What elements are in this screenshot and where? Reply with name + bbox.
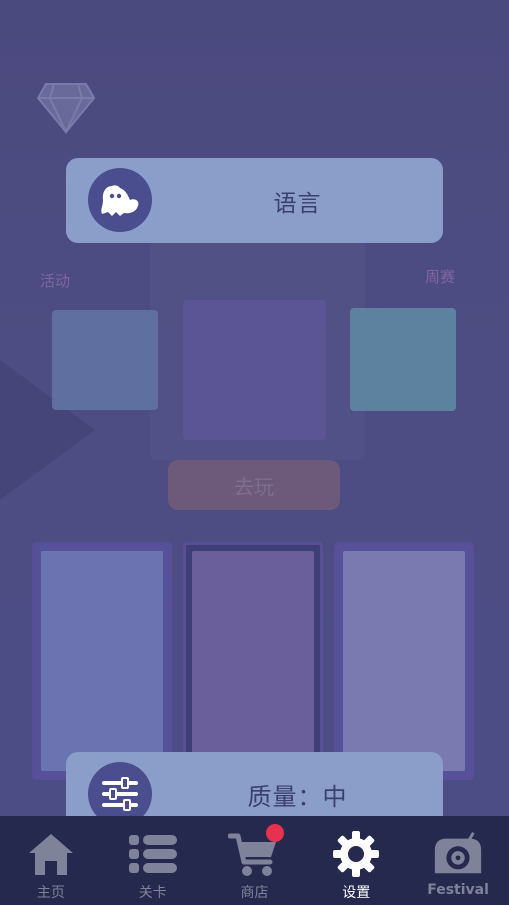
home-icon: [24, 828, 78, 880]
nav-item-festival[interactable]: Festival: [407, 816, 509, 905]
nav-item-levels[interactable]: 关卡: [102, 816, 204, 905]
language-setting-button[interactable]: 语言: [66, 158, 443, 243]
background-center-face: [183, 300, 326, 440]
bottom-navigation: 主页 关卡 商店 设置 Festival: [0, 816, 509, 905]
nav-item-settings[interactable]: 设置: [305, 816, 407, 905]
weekly-label: 周赛: [425, 268, 456, 286]
ghost-icon: [88, 168, 152, 232]
nav-label-shop: 商店: [240, 885, 269, 901]
nav-item-home[interactable]: 主页: [0, 816, 102, 905]
level-card: [334, 542, 474, 780]
record-player-icon: [431, 828, 485, 880]
level-card: [183, 542, 323, 780]
gear-icon: [329, 828, 383, 880]
nav-item-shop[interactable]: 商店: [204, 816, 306, 905]
diamond-icon: [36, 83, 96, 134]
level-card: [32, 542, 172, 780]
nav-label-festival: Festival: [427, 882, 489, 898]
notification-badge: [265, 824, 284, 842]
language-label: 语言: [273, 190, 322, 217]
nav-label-levels: 关卡: [138, 885, 167, 901]
play-button: 去玩: [168, 460, 340, 510]
event-label: 活动: [40, 272, 71, 290]
list-icon: [126, 828, 180, 880]
background-right-face: [350, 308, 456, 411]
nav-label-home: 主页: [36, 885, 65, 901]
nav-label-settings: 设置: [342, 885, 371, 901]
background-left-face: [52, 310, 158, 410]
